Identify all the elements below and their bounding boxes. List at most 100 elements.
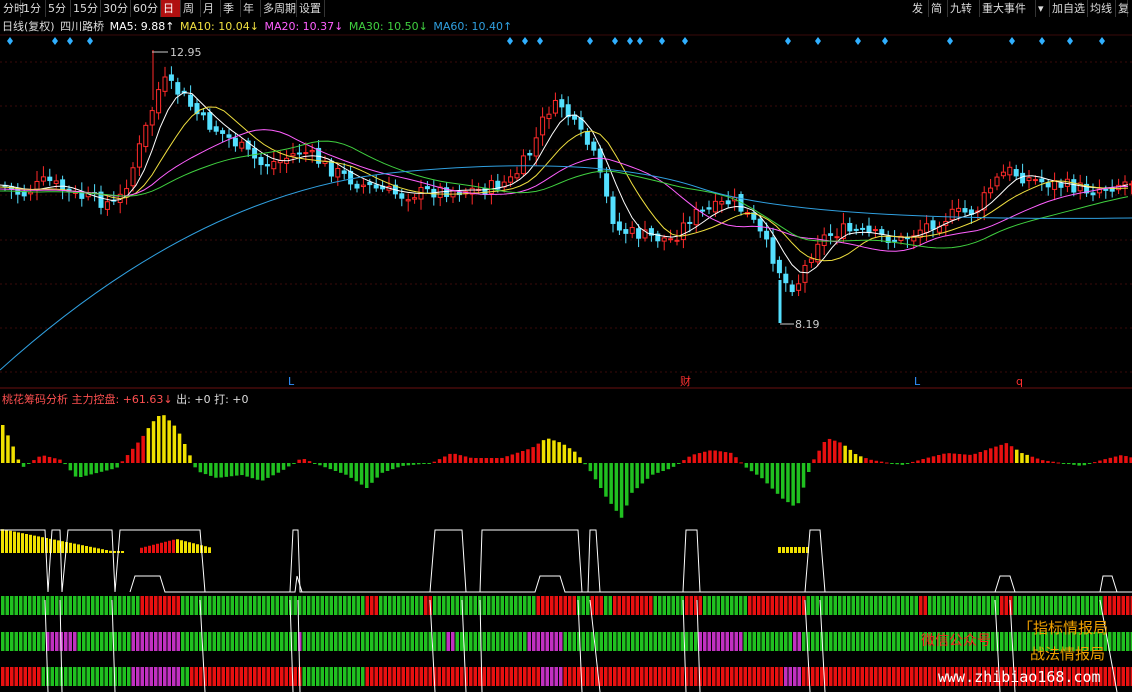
- strip-row2-153: [689, 632, 693, 651]
- hist-bar-85: [443, 456, 447, 463]
- hist-bar-109: [567, 448, 572, 463]
- mixed-zone-b-16: [204, 546, 207, 553]
- hist-bar-191: [994, 446, 998, 463]
- candle-body-91: [584, 131, 590, 145]
- strip-row1-101: [455, 596, 459, 615]
- strip-row3-250: [1126, 667, 1130, 686]
- strip-row1-179: [806, 596, 810, 615]
- mixed-zone-b-7: [168, 540, 171, 553]
- strip-row1-18: [82, 596, 86, 615]
- strip-row2-150: [676, 632, 680, 651]
- hist-bar-104: [541, 440, 546, 463]
- strip-row1-140: [631, 596, 635, 615]
- strip-row3-125: [563, 667, 567, 686]
- strip-row1-17: [77, 596, 81, 615]
- strip-row1-49: [221, 596, 225, 615]
- strip-row3-91: [410, 667, 414, 686]
- strip-row1-90: [406, 596, 410, 615]
- strip-row1-235: [1058, 596, 1062, 615]
- strip-row3-9: [41, 667, 45, 686]
- candle-body-62: [399, 193, 405, 199]
- strip-row2-43: [194, 632, 198, 651]
- strip-row3-71: [320, 667, 324, 686]
- strip-row1-89: [401, 596, 405, 615]
- strip-row1-181: [815, 596, 819, 615]
- strip-row3-163: [734, 667, 738, 686]
- strip-row1-62: [280, 596, 284, 615]
- strip-row2-8: [37, 632, 41, 651]
- strip-row2-121: [545, 632, 549, 651]
- hist-bar-141: [734, 457, 738, 463]
- signal-diamond-1: [52, 37, 58, 45]
- strip-row3-248: [1117, 667, 1121, 686]
- strip-row2-193: [869, 632, 873, 651]
- candle-body-104: [668, 238, 674, 241]
- hist-bar-9: [47, 456, 52, 463]
- hist-bar-115: [599, 463, 603, 488]
- chart-marker-2: L: [914, 375, 921, 388]
- strip-row2-63: [284, 632, 288, 651]
- strip-row3-56: [253, 667, 257, 686]
- strip-row2-109: [491, 632, 495, 651]
- strip-row1-87: [392, 596, 396, 615]
- strip-row2-60: [271, 632, 275, 651]
- hist-bar-184: [957, 454, 962, 463]
- strip-row1-218: [982, 596, 986, 615]
- hist-bar-195: [1015, 449, 1019, 463]
- hist-bar-142: [739, 462, 743, 464]
- candle-body-82: [527, 152, 533, 156]
- strip-row2-248: [1117, 632, 1121, 651]
- strip-row2-201: [905, 632, 909, 651]
- strip-row3-88: [397, 667, 401, 686]
- strip-row2-48: [217, 632, 221, 651]
- strip-row2-148: [667, 632, 671, 651]
- strip-row2-123: [554, 632, 558, 651]
- indicator-name[interactable]: 桃花筹码分析: [2, 393, 68, 406]
- strip-row1-225: [1013, 596, 1017, 615]
- candle-body-165: [1058, 182, 1064, 188]
- watermark-url: www.zhibiao168.com: [938, 668, 1101, 686]
- yellow-zone-c-1: [782, 547, 785, 553]
- hist-bar-196: [1020, 453, 1024, 463]
- hist-bar-175: [911, 461, 915, 463]
- candle-body-79: [508, 176, 514, 183]
- strip-row1-137: [617, 596, 621, 615]
- hist-bar-124: [645, 463, 650, 479]
- mixed-zone-b-8: [172, 539, 175, 553]
- strip-row1-200: [901, 596, 905, 615]
- strip-row1-74: [334, 596, 338, 615]
- strip-row1-157: [707, 596, 711, 615]
- yellow-zone-a-14: [57, 540, 60, 553]
- strip-row1-197: [887, 596, 891, 615]
- strip-row3-203: [914, 667, 918, 686]
- strip-row2-67: [302, 632, 306, 651]
- strip-row2-77: [347, 632, 351, 651]
- strip-row2-111: [500, 632, 504, 651]
- strip-row1-186: [838, 596, 842, 615]
- strip-row2-223: [1004, 632, 1008, 651]
- white-signal-line-2: [129, 575, 1118, 593]
- strip-row2-31: [140, 632, 144, 651]
- strip-row1-99: [446, 596, 450, 615]
- hist-bar-117: [609, 463, 613, 504]
- hist-bar-199: [1035, 458, 1040, 463]
- signal-diamond-5: [522, 37, 528, 45]
- strip-row3-199: [896, 667, 900, 686]
- strip-row1-183: [824, 596, 828, 615]
- strip-row2-126: [568, 632, 572, 651]
- hist-bar-13: [68, 463, 73, 471]
- hist-bar-113: [588, 463, 593, 472]
- hist-bar-82: [427, 463, 431, 464]
- yellow-zone-a-3: [13, 531, 16, 553]
- kline-chart[interactable]: 12.95 8.19 L 财 Lq: [0, 0, 1132, 692]
- strip-row1-239: [1076, 596, 1080, 615]
- hist-bar-169: [879, 461, 884, 463]
- strip-row3-51: [230, 667, 234, 686]
- hist-bar-42: [219, 463, 223, 478]
- strip-row1-241: [1085, 596, 1089, 615]
- strip-row1-139: [626, 596, 630, 615]
- hist-bar-194: [1009, 446, 1014, 463]
- hist-bar-29: [151, 421, 156, 463]
- strip-row3-116: [523, 667, 527, 686]
- strip-row3-173: [779, 667, 783, 686]
